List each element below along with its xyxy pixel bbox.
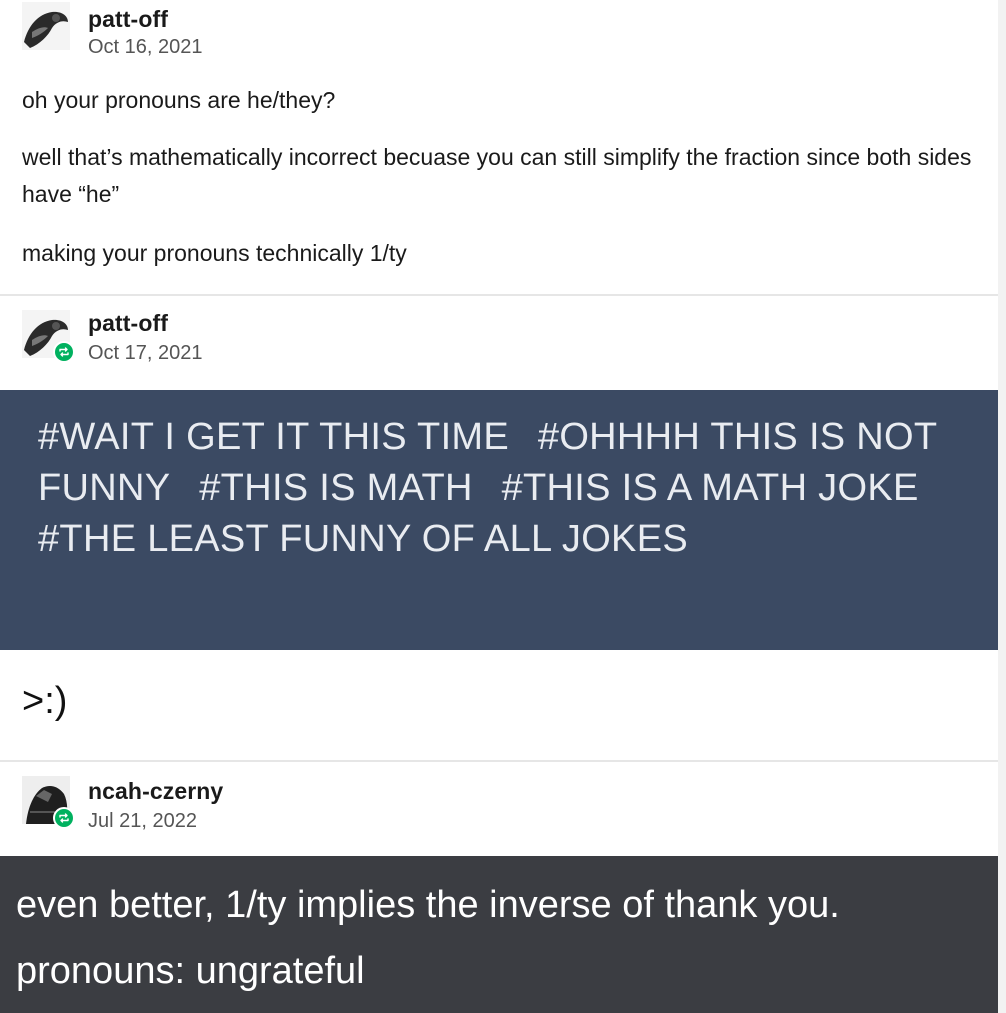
tag-list: #WAIT I GET IT THIS TIME #OHHHH THIS IS … <box>38 412 958 565</box>
author-name[interactable]: ncah-czerny <box>88 778 223 805</box>
post-paragraph: oh your pronouns are he/they? <box>22 87 336 113</box>
post-paragraph: well that’s mathematically incorrect bec… <box>22 144 972 207</box>
tag-item[interactable]: #THIS IS MATH <box>199 467 472 509</box>
highlighted-text: even better, 1/ty implies the inverse of… <box>16 884 840 992</box>
divider <box>0 760 998 762</box>
post-date: Jul 21, 2022 <box>88 810 197 832</box>
tag-item[interactable]: #THIS IS A MATH JOKE <box>502 467 919 509</box>
author-name[interactable]: patt-off <box>88 6 168 33</box>
reblog-icon <box>53 341 75 363</box>
post-date: Oct 16, 2021 <box>88 36 203 58</box>
divider <box>0 294 998 296</box>
post-paragraph: making your pronouns technically 1/ty <box>22 240 407 266</box>
highlighted-text-block: even better, 1/ty implies the inverse of… <box>0 856 998 1013</box>
reblog-icon <box>53 807 75 829</box>
tag-item[interactable]: #WAIT I GET IT THIS TIME <box>38 416 509 458</box>
post-date: Oct 17, 2021 <box>88 342 203 364</box>
post-text: >:) <box>22 680 68 722</box>
avatar-image-icon[interactable] <box>22 2 70 50</box>
tag-item[interactable]: #THE LEAST FUNNY OF ALL JOKES <box>38 518 688 560</box>
page-edge <box>998 0 1006 1013</box>
author-name[interactable]: patt-off <box>88 310 168 337</box>
tags-highlight-block: #WAIT I GET IT THIS TIME #OHHHH THIS IS … <box>0 390 998 650</box>
